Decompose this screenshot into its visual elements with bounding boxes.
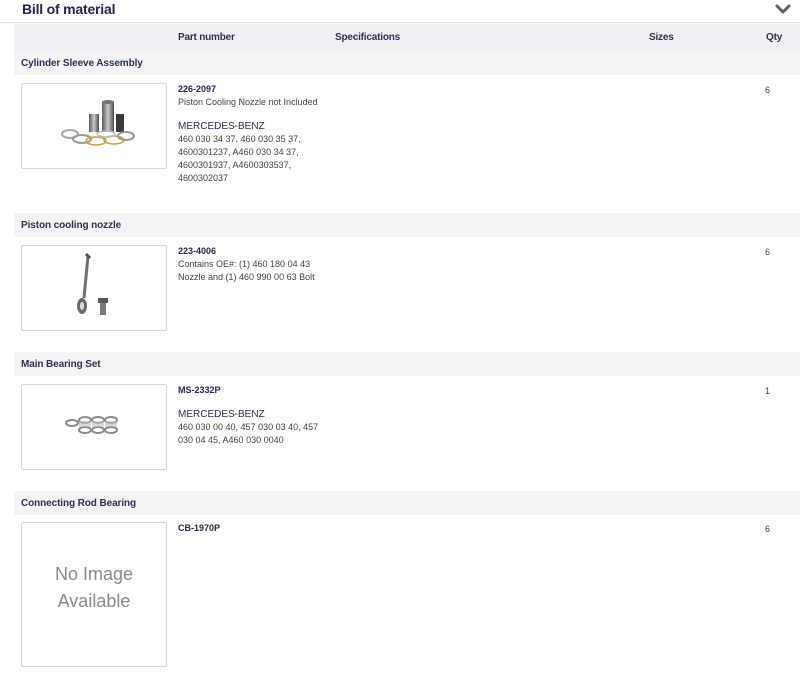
part-image-main-bearing[interactable] (21, 384, 167, 470)
column-qty: Qty (766, 32, 783, 43)
part-number[interactable]: MS-2332P (178, 385, 478, 395)
oe-number-line: 4600301237, A460 030 34 37, (178, 147, 299, 157)
section-name: Cylinder Sleeve Assembly (21, 58, 143, 69)
manufacturer-name: MERCEDES-BENZ (178, 121, 265, 132)
part-details-piston-nozzle: 223-4006 Contains OE#: (1) 460 180 04 43… (178, 246, 478, 284)
no-image-placeholder: No Image Available (22, 561, 166, 615)
section-name: Piston cooling nozzle (21, 220, 122, 231)
manufacturer-name: MERCEDES-BENZ (178, 409, 265, 420)
part-number[interactable]: 226-2097 (178, 84, 478, 94)
column-sizes: Sizes (649, 32, 674, 43)
column-part-number: Part number (178, 32, 235, 43)
section-title: Bill of material (22, 1, 116, 17)
part-number[interactable]: 223-4006 (178, 246, 478, 256)
bill-of-material-header: Bill of material (0, 0, 800, 23)
part-note: Piston Cooling Nozzle not Included (178, 97, 318, 107)
oe-number-line: 030 04 45, A460 030 0040 (178, 435, 284, 445)
no-image-text-line: Available (57, 591, 131, 611)
part-number[interactable]: CB-1970P (178, 523, 478, 533)
part-image-connecting-rod[interactable]: No Image Available (21, 522, 167, 667)
oe-number-line: 460 030 34 37, 460 030 35 37, (178, 134, 301, 144)
section-header-connecting-rod: Connecting Rod Bearing (14, 491, 800, 515)
section-header-cylinder-sleeve: Cylinder Sleeve Assembly (14, 51, 800, 75)
part-details-connecting-rod: CB-1970P (178, 523, 478, 535)
part-image-piston-nozzle[interactable] (21, 245, 167, 331)
part-note: Nozzle and (1) 460 990 00 63 Bolt (178, 272, 315, 282)
chevron-down-icon[interactable] (774, 1, 792, 17)
quantity-value: 1 (765, 386, 771, 396)
part-details-main-bearing: MS-2332P MERCEDES-BENZ 460 030 00 40, 45… (178, 385, 478, 447)
section-header-piston-nozzle: Piston cooling nozzle (14, 213, 800, 237)
oe-number-line: 4600301937, A4600303537, (178, 160, 292, 170)
quantity-value: 6 (765, 524, 771, 534)
part-image-cylinder-sleeve[interactable] (21, 83, 167, 169)
column-specifications: Specifications (335, 32, 400, 43)
oe-number-line: 460 030 00 40, 457 030 03 40, 457 (178, 422, 319, 432)
quantity-value: 6 (765, 247, 771, 257)
quantity-value: 6 (765, 85, 771, 95)
part-note: Contains OE#: (1) 460 180 04 43 (178, 259, 311, 269)
no-image-text-line: No Image (54, 564, 134, 584)
section-name: Connecting Rod Bearing (21, 498, 137, 509)
section-name: Main Bearing Set (21, 359, 101, 370)
section-header-main-bearing: Main Bearing Set (14, 352, 800, 376)
part-details-cylinder-sleeve: 226-2097 Piston Cooling Nozzle not Inclu… (178, 84, 478, 185)
column-header-row: Part number Specifications Sizes Qty (14, 24, 800, 51)
oe-number-line: 4600302037 (178, 173, 229, 183)
